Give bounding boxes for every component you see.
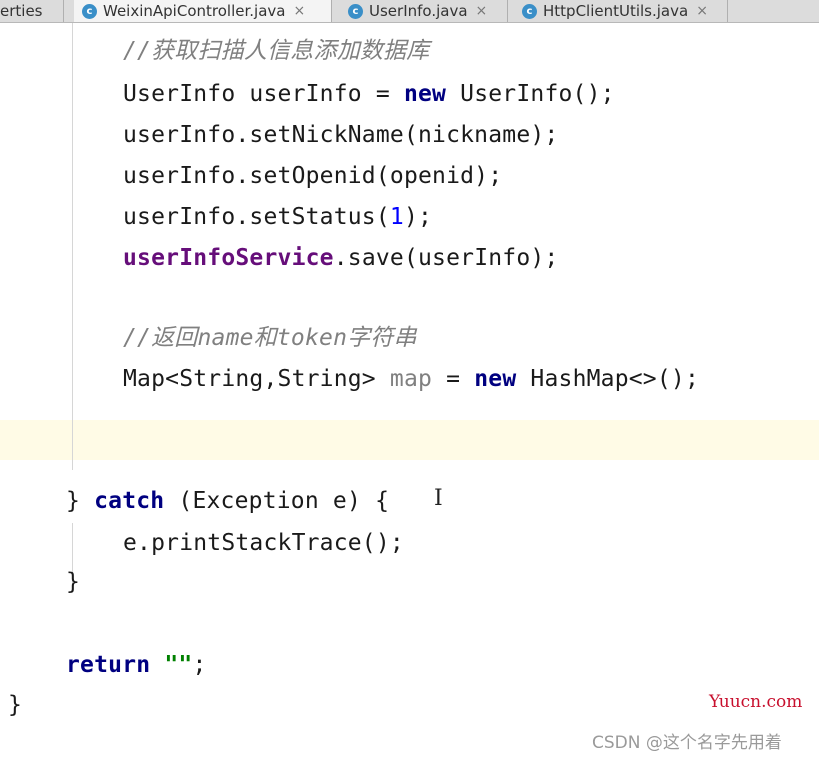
code-line: UserInfo userInfo = new UserInfo();	[123, 81, 615, 107]
close-icon[interactable]: ×	[696, 3, 708, 19]
tab-properties[interactable]: erties	[0, 0, 64, 22]
code-editor[interactable]: //获取扫描人信息添加数据库 UserInfo userInfo = new U…	[0, 23, 819, 758]
code-line: userInfo.setStatus(1);	[123, 204, 433, 230]
indent-guide	[72, 23, 73, 470]
editor-tab-bar: erties c WeixinApiController.java × c Us…	[0, 0, 819, 23]
code-comment: //返回name和token字符串	[123, 325, 417, 351]
number-literal: 1	[389, 204, 404, 230]
tab-userinfo[interactable]: c UserInfo.java ×	[340, 0, 508, 22]
keyword: catch	[94, 488, 165, 514]
tab-label: erties	[0, 2, 43, 20]
close-icon[interactable]: ×	[293, 3, 305, 19]
tab-httpclientutils[interactable]: c HttpClientUtils.java ×	[514, 0, 728, 22]
tab-label: HttpClientUtils.java	[543, 2, 689, 20]
code-line: }	[66, 569, 81, 595]
java-class-icon: c	[522, 3, 537, 19]
code-line: } catch (Exception e) {	[66, 488, 390, 514]
keyword: return	[66, 652, 151, 678]
code-line: userInfo.setOpenid(openid);	[123, 163, 503, 189]
unused-variable: map	[389, 366, 433, 392]
field-reference: userInfoService	[123, 245, 334, 271]
code-line: return "";	[66, 652, 207, 678]
string-literal: ""	[150, 652, 193, 678]
tab-label: WeixinApiController.java	[103, 2, 286, 20]
java-class-icon: c	[348, 3, 363, 19]
keyword: new	[403, 81, 447, 107]
code-comment: //获取扫描人信息添加数据库	[123, 38, 430, 64]
code-line: Map<String,String> map = new HashMap<>()…	[123, 366, 699, 392]
tab-label: UserInfo.java	[369, 2, 468, 20]
java-class-icon: c	[82, 3, 97, 19]
close-icon[interactable]: ×	[476, 3, 488, 19]
watermark-author: CSDN @这个名字先用着	[592, 733, 782, 753]
watermark-site: Yuucn.com	[709, 692, 803, 712]
ibeam-cursor-icon: I	[434, 486, 443, 511]
current-line-highlight	[0, 420, 819, 460]
tab-weixin-api-controller[interactable]: c WeixinApiController.java ×	[74, 0, 332, 22]
code-line: userInfoService.save(userInfo);	[123, 245, 559, 271]
code-line: }	[8, 692, 23, 718]
code-line: e.printStackTrace();	[123, 530, 404, 556]
code-line: userInfo.setNickName(nickname);	[123, 122, 559, 148]
keyword: new	[474, 366, 517, 392]
